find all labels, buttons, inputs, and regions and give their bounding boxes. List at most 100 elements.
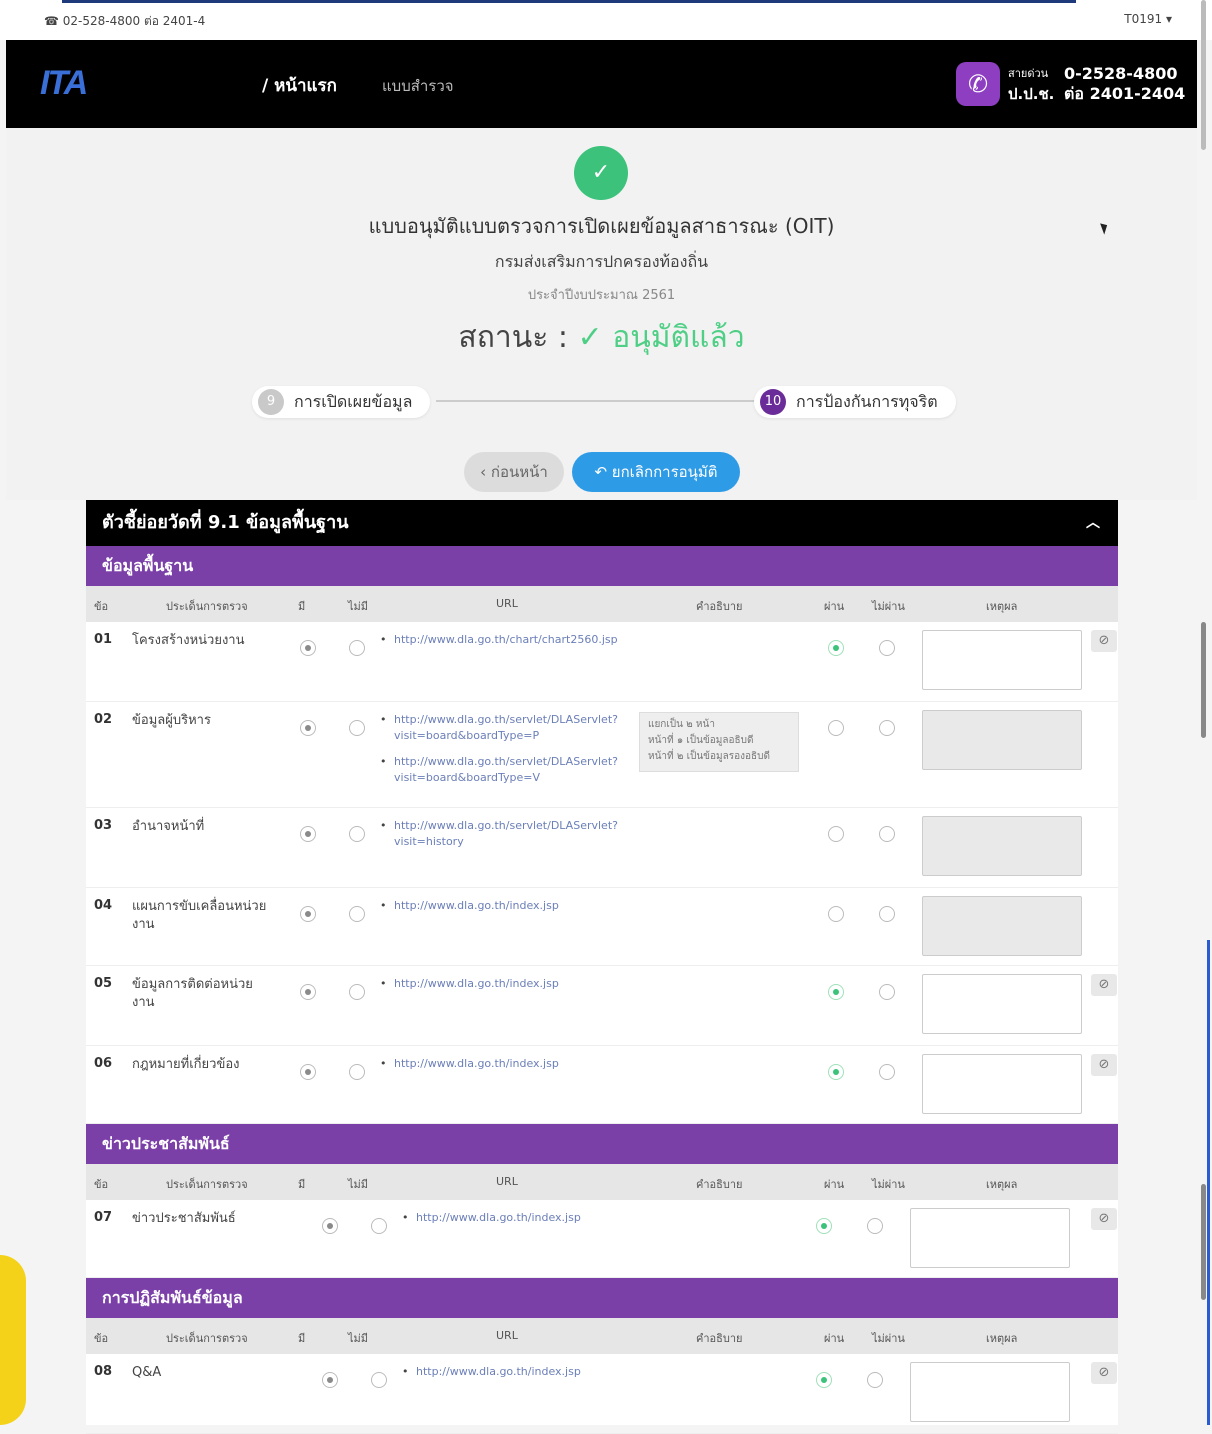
pass-radio[interactable]	[828, 1064, 844, 1080]
hotline-number: 0-2528-4800	[1064, 64, 1178, 83]
has-radio[interactable]	[322, 1218, 338, 1234]
evidence-url[interactable]: • http://www.dla.go.th/index.jsp	[402, 1364, 656, 1380]
approval-summary: ✓ แบบอนุมัติแบบตรวจการเปิดเผยข้อมูลสาธาร…	[6, 128, 1197, 500]
ban-icon[interactable]: ⊘	[1091, 974, 1117, 996]
has-radio[interactable]	[300, 984, 316, 1000]
has-radio[interactable]	[300, 906, 316, 922]
scrollbar-thumb-lower[interactable]	[1201, 1184, 1206, 1300]
column-header-row: ข้อ ประเด็นการตรวจ มี ไม่มี URL คำอธิบาย ผ่าน ไ…	[86, 1164, 1118, 1200]
evidence-url[interactable]: • http://www.dla.go.th/servlet/DLAServlet…	[380, 754, 634, 786]
not-has-radio[interactable]	[349, 906, 365, 922]
user-menu[interactable]: T0191 ▾	[1124, 12, 1172, 26]
fail-radio[interactable]	[879, 984, 895, 1000]
column-header-has: มี	[298, 1332, 306, 1345]
top-info-bar: ☎ 02-528-4800 ต่อ 2401-4 T0191 ▾	[0, 0, 1212, 40]
ban-icon[interactable]: ⊘	[1091, 1208, 1117, 1230]
nav-home-link[interactable]: / หน้าแรก	[262, 72, 337, 99]
url-text[interactable]: http://www.dla.go.th/index.jsp	[394, 899, 559, 912]
fail-radio[interactable]	[879, 640, 895, 656]
url-text[interactable]: http://www.dla.go.th/index.jsp	[394, 977, 559, 990]
column-header-row: ข้อ ประเด็นการตรวจ มี ไม่มี URL คำอธิบาย ผ่าน ไ…	[86, 1318, 1118, 1354]
item-topic: แผนการขับเคลื่อนหน่วยงาน	[132, 899, 267, 932]
section-header: ข้อมูลพื้นฐาน	[86, 546, 1118, 586]
table-row: 03 อำนาจหน้าที่ • http://www.dla.go.th/serv…	[86, 808, 1118, 888]
ita-logo[interactable]: ITA	[40, 64, 88, 103]
item-topic: กฎหมายที่เกี่ยวข้อง	[132, 1057, 240, 1072]
not-has-radio[interactable]	[349, 640, 365, 656]
panel-header[interactable]: ตัวชี้ย่อยวัดที่ 9.1 ข้อมูลพื้นฐาน ︿	[86, 500, 1118, 546]
not-has-radio[interactable]	[349, 720, 365, 736]
not-has-radio[interactable]	[349, 1064, 365, 1080]
fail-radio[interactable]	[867, 1372, 883, 1388]
chevron-up-icon[interactable]: ︿	[1086, 500, 1100, 546]
scrollbar-thumb[interactable]	[1201, 622, 1206, 738]
evidence-url[interactable]: • http://www.dla.go.th/servlet/DLAServlet…	[380, 712, 634, 744]
url-text[interactable]: http://www.dla.go.th/index.jsp	[394, 1057, 559, 1070]
desktop-background	[0, 1255, 26, 1425]
approval-status: สถานะ : ✓ อนุมัติแล้ว	[6, 314, 1197, 361]
has-radio[interactable]	[300, 1064, 316, 1080]
ban-icon[interactable]: ⊘	[1091, 630, 1117, 652]
cancel-approval-button[interactable]: ↶ ยกเลิกการอนุมัติ	[572, 452, 740, 492]
url-text[interactable]: http://www.dla.go.th/servlet/DLAServlet?…	[394, 755, 618, 784]
fail-radio[interactable]	[879, 720, 895, 736]
evidence-url[interactable]: • http://www.dla.go.th/servlet/DLAServlet…	[380, 818, 634, 850]
reason-textarea[interactable]	[922, 1054, 1082, 1114]
not-has-radio[interactable]	[349, 826, 365, 842]
fail-radio[interactable]	[879, 906, 895, 922]
nav-survey-link[interactable]: แบบสำรวจ	[382, 74, 454, 98]
reason-textarea[interactable]	[910, 1362, 1070, 1422]
column-header-desc: คำอธิบาย	[696, 1178, 743, 1191]
url-text[interactable]: http://www.dla.go.th/chart/chart2560.jsp	[394, 633, 618, 646]
pass-radio[interactable]	[816, 1218, 832, 1234]
ban-icon[interactable]: ⊘	[1091, 1054, 1117, 1076]
pass-radio[interactable]	[828, 826, 844, 842]
pass-radio[interactable]	[828, 906, 844, 922]
not-has-radio[interactable]	[371, 1218, 387, 1234]
reason-textarea[interactable]	[922, 974, 1082, 1034]
fail-radio[interactable]	[867, 1218, 883, 1234]
step-9[interactable]: 9 การเปิดเผยข้อมูล	[252, 386, 431, 418]
column-header-url: URL	[496, 597, 518, 610]
reason-textarea[interactable]	[910, 1208, 1070, 1268]
pass-radio[interactable]	[828, 984, 844, 1000]
item-number: 07	[94, 1210, 113, 1225]
item-topic: ข่าวประชาสัมพันธ์	[132, 1211, 236, 1226]
url-text[interactable]: http://www.dla.go.th/index.jsp	[416, 1211, 581, 1224]
has-radio[interactable]	[300, 720, 316, 736]
item-number: 03	[94, 818, 113, 833]
column-header-fail: ไม่ผ่าน	[872, 1178, 905, 1191]
fail-radio[interactable]	[879, 1064, 895, 1080]
evidence-url[interactable]: • http://www.dla.go.th/index.jsp	[380, 1056, 634, 1072]
evidence-url[interactable]: • http://www.dla.go.th/chart/chart2560.js…	[380, 632, 634, 648]
column-header-no: ข้อ	[94, 600, 109, 613]
pass-radio[interactable]	[828, 640, 844, 656]
item-topic: โครงสร้างหน่วยงาน	[132, 633, 245, 648]
column-header-desc: คำอธิบาย	[696, 600, 743, 613]
pass-radio[interactable]	[828, 720, 844, 736]
has-radio[interactable]	[322, 1372, 338, 1388]
evidence-url[interactable]: • http://www.dla.go.th/index.jsp	[402, 1210, 656, 1226]
has-radio[interactable]	[300, 640, 316, 656]
scrollbar-thumb-top[interactable]	[1201, 0, 1206, 150]
step-10[interactable]: 10 การป้องกันการทุจริต	[754, 386, 956, 418]
reason-textarea[interactable]	[922, 630, 1082, 690]
item-number: 02	[94, 712, 113, 727]
department-name: กรมส่งเสริมการปกครองท้องถิ่น	[494, 252, 709, 271]
fail-radio[interactable]	[879, 826, 895, 842]
not-has-radio[interactable]	[371, 1372, 387, 1388]
ban-icon[interactable]: ⊘	[1091, 1362, 1117, 1384]
url-text[interactable]: http://www.dla.go.th/index.jsp	[416, 1365, 581, 1378]
evidence-url[interactable]: • http://www.dla.go.th/index.jsp	[380, 976, 634, 992]
column-header-reason: เหตุผล	[986, 1178, 1018, 1191]
table-row: 07 ข่าวประชาสัมพันธ์ • http://www.dla.go.th…	[86, 1200, 1118, 1278]
not-has-radio[interactable]	[349, 984, 365, 1000]
url-text[interactable]: http://www.dla.go.th/servlet/DLAServlet?…	[394, 819, 618, 848]
has-radio[interactable]	[300, 826, 316, 842]
url-text[interactable]: http://www.dla.go.th/servlet/DLAServlet?…	[394, 713, 618, 742]
evidence-url[interactable]: • http://www.dla.go.th/index.jsp	[380, 898, 634, 914]
status-label: สถานะ :	[458, 320, 568, 355]
pass-radio[interactable]	[816, 1372, 832, 1388]
previous-button[interactable]: ‹ ก่อนหน้า	[464, 452, 564, 492]
status-value: ✓ อนุมัติแล้ว	[577, 320, 745, 355]
